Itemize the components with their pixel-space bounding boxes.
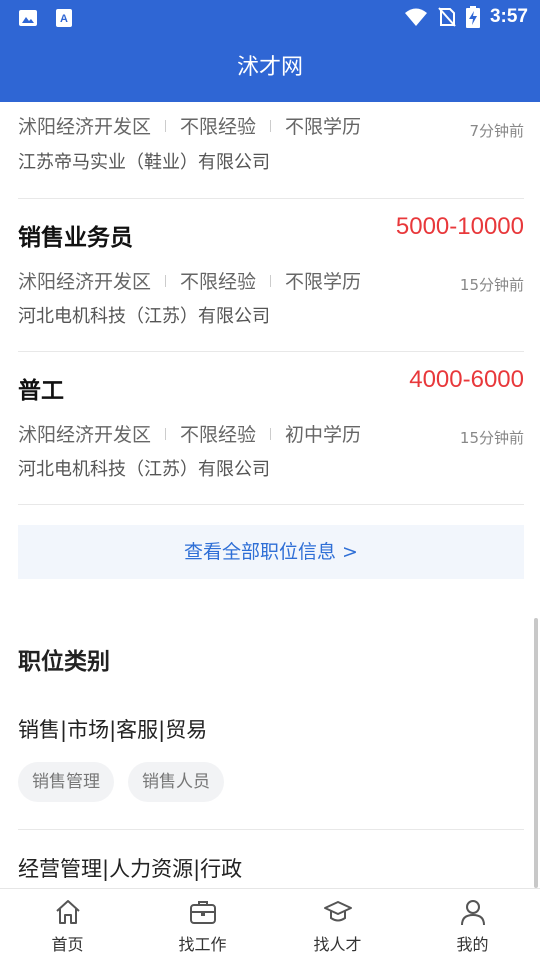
graduation-cap-icon bbox=[323, 901, 352, 922]
job-card[interactable]: 销售业务员 5000-10000 沭阳经济开发区 不限经验 不限学历 15分钟前… bbox=[18, 199, 524, 352]
tab-label: 我的 bbox=[456, 935, 489, 954]
home-icon bbox=[55, 900, 80, 924]
app-header: 沭才网 bbox=[0, 36, 540, 102]
job-card[interactable]: 普工 4000-6000 沭阳经济开发区 不限经验 初中学历 15分钟前 河北电… bbox=[18, 352, 524, 505]
tab-find-talent[interactable]: 找人才 bbox=[270, 889, 405, 960]
category-tag[interactable]: 销售人员 bbox=[128, 762, 224, 802]
tab-label: 首页 bbox=[51, 935, 84, 954]
job-experience: 不限经验 bbox=[180, 424, 257, 446]
tab-mine[interactable]: 我的 bbox=[405, 889, 540, 960]
svg-text:A: A bbox=[60, 13, 68, 25]
job-education: 初中学历 bbox=[285, 424, 362, 446]
tab-find-job[interactable]: 找工作 bbox=[135, 889, 270, 960]
job-meta: 沭阳经济开发区 不限经验 不限学历 bbox=[18, 267, 361, 294]
job-meta: 沭阳经济开发区 不限经验 初中学历 bbox=[18, 420, 361, 447]
tab-label: 找人才 bbox=[313, 935, 362, 954]
job-card[interactable]: 沭阳经济开发区 不限经验 不限学历 7分钟前 江苏帝马实业（鞋业）有限公司 bbox=[18, 102, 524, 199]
job-company: 河北电机科技（江苏）有限公司 bbox=[18, 306, 270, 327]
wifi-icon bbox=[404, 8, 427, 26]
job-education: 不限学历 bbox=[285, 116, 362, 138]
status-time: 3:57 bbox=[489, 6, 528, 27]
status-bar: A 3:57 bbox=[0, 0, 540, 36]
job-salary: 4000-6000 bbox=[409, 366, 524, 393]
job-experience: 不限经验 bbox=[180, 116, 257, 138]
bottom-nav: 首页 找工作 找人才 我的 bbox=[0, 888, 540, 960]
user-icon bbox=[460, 900, 485, 926]
job-company: 江苏帝马实业（鞋业）有限公司 bbox=[18, 152, 270, 173]
job-post-time: 15分钟前 bbox=[459, 276, 524, 294]
job-salary: 5000-10000 bbox=[395, 213, 524, 240]
section-title: 职位类别 bbox=[18, 649, 110, 675]
job-title: 普工 bbox=[18, 378, 64, 404]
image-notification-icon bbox=[19, 10, 37, 26]
job-feed[interactable]: 沭阳经济开发区 不限经验 不限学历 7分钟前 江苏帝马实业（鞋业）有限公司 销售… bbox=[0, 102, 540, 888]
job-location: 沭阳经济开发区 bbox=[18, 116, 152, 138]
divider bbox=[18, 829, 524, 830]
job-company: 河北电机科技（江苏）有限公司 bbox=[18, 459, 270, 480]
category-group-title[interactable]: 销售|市场|客服|贸易 bbox=[18, 714, 207, 744]
job-location: 沭阳经济开发区 bbox=[18, 271, 152, 293]
job-title: 销售业务员 bbox=[18, 225, 133, 251]
tab-label: 找工作 bbox=[178, 935, 227, 954]
category-group-title[interactable]: 经营管理|人力资源|行政 bbox=[18, 853, 242, 883]
tab-home[interactable]: 首页 bbox=[0, 889, 135, 960]
job-location: 沭阳经济开发区 bbox=[18, 424, 152, 446]
briefcase-icon bbox=[189, 901, 216, 924]
category-tag[interactable]: 销售管理 bbox=[18, 762, 114, 802]
job-experience: 不限经验 bbox=[180, 271, 257, 293]
page-title: 沭才网 bbox=[236, 55, 303, 80]
no-sim-icon bbox=[438, 7, 456, 27]
scrollbar[interactable] bbox=[534, 618, 538, 888]
battery-charging-icon bbox=[465, 6, 480, 28]
job-education: 不限学历 bbox=[285, 271, 362, 293]
category-tags: 销售管理 销售人员 bbox=[18, 762, 224, 802]
job-meta: 沭阳经济开发区 不限经验 不限学历 bbox=[18, 112, 361, 139]
job-post-time: 15分钟前 bbox=[459, 429, 524, 447]
job-post-time: 7分钟前 bbox=[469, 122, 524, 140]
font-notification-icon: A bbox=[56, 9, 72, 27]
view-all-jobs-button[interactable]: 查看全部职位信息 > bbox=[18, 525, 524, 579]
